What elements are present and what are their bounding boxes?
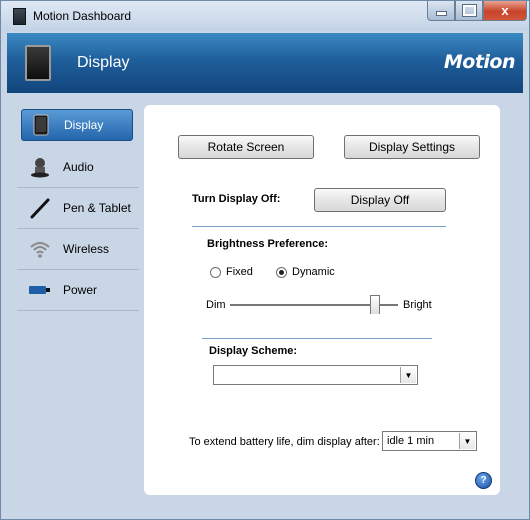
window-title: Motion Dashboard xyxy=(33,9,132,23)
title-bar[interactable]: Motion Dashboard x xyxy=(1,1,529,31)
dynamic-radio-label: Dynamic xyxy=(292,266,335,278)
divider xyxy=(192,226,446,227)
sidebar-item-label: Display xyxy=(64,118,104,132)
sidebar-item-display[interactable]: Display xyxy=(21,109,133,141)
brightness-slider-thumb[interactable] xyxy=(370,295,381,314)
chevron-down-icon: ▼ xyxy=(459,433,475,449)
divider xyxy=(202,338,432,339)
turn-display-off-label: Turn Display Off: xyxy=(192,193,281,205)
display-panel: Rotate Screen Display Settings Turn Disp… xyxy=(144,105,500,495)
close-button[interactable]: x xyxy=(483,1,527,21)
sidebar: Display Audio Pen & Tablet Wireless Powe… xyxy=(17,105,139,505)
slider-max-label: Bright xyxy=(403,299,432,311)
radio-circle-selected xyxy=(276,266,287,278)
pen-icon xyxy=(30,198,50,219)
dim-after-value: idle 1 min xyxy=(387,435,435,447)
tablet-icon xyxy=(25,45,51,81)
display-scheme-select[interactable]: ▼ xyxy=(213,365,418,385)
page-header: Display Motion xyxy=(7,33,523,93)
rotate-screen-button[interactable]: Rotate Screen xyxy=(178,135,314,159)
tablet-icon xyxy=(33,114,49,136)
display-settings-button[interactable]: Display Settings xyxy=(344,135,480,159)
sidebar-item-label: Power xyxy=(63,283,98,297)
display-scheme-label: Display Scheme: xyxy=(209,345,298,357)
dynamic-radio[interactable]: Dynamic xyxy=(276,266,335,278)
sidebar-item-label: Pen & Tablet xyxy=(63,201,131,215)
brightness-preference-label: Brightness Preference: xyxy=(207,238,329,250)
slider-min-label: Dim xyxy=(206,299,226,311)
fixed-radio[interactable]: Fixed xyxy=(210,266,253,278)
minimize-icon xyxy=(435,11,447,16)
sidebar-item-pen-tablet[interactable]: Pen & Tablet xyxy=(17,188,139,229)
maximize-button[interactable] xyxy=(455,1,483,21)
close-icon: x xyxy=(501,3,509,18)
radio-circle xyxy=(210,266,221,278)
audio-icon xyxy=(31,158,49,178)
sidebar-item-wireless[interactable]: Wireless xyxy=(17,229,139,270)
help-icon[interactable]: ? xyxy=(475,472,492,489)
dim-after-select[interactable]: idle 1 min ▼ xyxy=(382,431,477,451)
page-title: Display xyxy=(77,54,130,71)
sidebar-item-power[interactable]: Power xyxy=(17,270,139,311)
maximize-icon xyxy=(461,4,477,17)
display-off-button[interactable]: Display Off xyxy=(314,188,446,212)
app-icon xyxy=(13,8,26,25)
sidebar-item-label: Wireless xyxy=(63,242,110,256)
minimize-button[interactable] xyxy=(427,1,455,21)
sidebar-item-audio[interactable]: Audio xyxy=(17,147,139,188)
fixed-radio-label: Fixed xyxy=(226,266,253,278)
motion-logo: Motion xyxy=(443,51,516,73)
chevron-down-icon: ▼ xyxy=(400,367,416,383)
app-window: Motion Dashboard x Display Motion Displa… xyxy=(0,0,530,520)
battery-dim-label: To extend battery life, dim display afte… xyxy=(189,436,380,448)
sidebar-item-label: Audio xyxy=(63,160,94,174)
battery-icon xyxy=(29,286,50,294)
wireless-icon xyxy=(30,242,50,258)
